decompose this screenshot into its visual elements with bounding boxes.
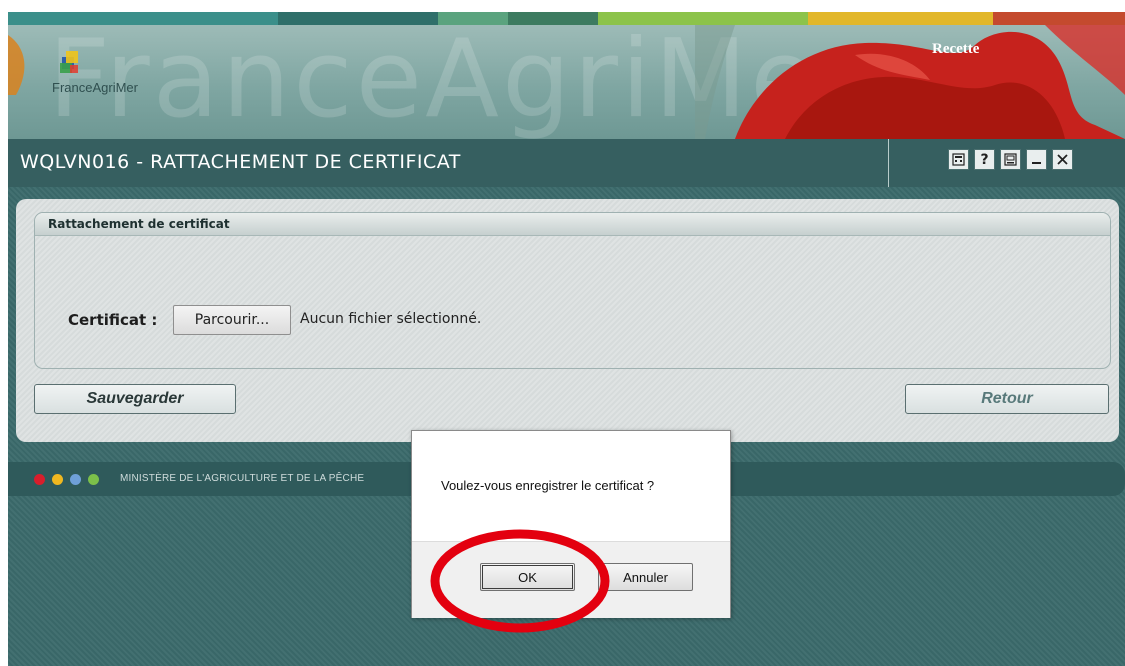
stripe (993, 12, 1125, 25)
footer-dot (88, 474, 99, 485)
help-glyph: ? (980, 151, 989, 168)
stripe (808, 12, 993, 25)
brand-name: FranceAgriMer (52, 80, 138, 95)
stripe (508, 12, 598, 25)
environment-label: Recette (932, 41, 980, 57)
cancel-button[interactable]: Annuler (598, 563, 693, 591)
print-icon[interactable] (1000, 149, 1021, 170)
stripe (278, 12, 438, 25)
franceagrimer-logo-icon (60, 51, 78, 73)
stripe (438, 12, 508, 25)
confirm-dialog: Voulez-vous enregistrer le certificat ? … (411, 430, 731, 618)
title-bar: WQLVN016 - RATTACHEMENT DE CERTIFICAT ? (8, 139, 1125, 187)
ministry-name: MINISTÈRE DE L'AGRICULTURE ET DE LA PÊCH… (120, 473, 365, 484)
save-button[interactable]: Sauvegarder (34, 384, 236, 414)
page-title: WQLVN016 - RATTACHEMENT DE CERTIFICAT (20, 151, 461, 173)
footer-dot (52, 474, 63, 485)
certificate-fieldset: Rattachement de certificat (34, 212, 1111, 369)
header-banner: FranceAgriMer FranceAgriMer Recette (8, 25, 1125, 139)
help-icon[interactable]: ? (974, 149, 995, 170)
flower-image (695, 25, 1125, 139)
stripe (8, 12, 278, 25)
back-button[interactable]: Retour (905, 384, 1109, 414)
dialog-message: Voulez-vous enregistrer le certificat ? (441, 478, 655, 493)
file-status-text: Aucun fichier sélectionné. (300, 311, 482, 327)
title-divider (888, 139, 889, 187)
close-icon[interactable] (1052, 149, 1073, 170)
stripe (598, 12, 808, 25)
leaf-icon (8, 35, 25, 95)
minimize-icon[interactable] (1026, 149, 1047, 170)
calculator-icon[interactable] (948, 149, 969, 170)
certificate-label: Certificat : (68, 311, 158, 329)
footer-dot (34, 474, 45, 485)
footer-dot (70, 474, 81, 485)
browse-button[interactable]: Parcourir... (173, 305, 291, 335)
color-stripe-bar (8, 12, 1125, 25)
dialog-footer: OK Annuler (412, 541, 730, 618)
ok-button[interactable]: OK (480, 563, 575, 591)
fieldset-title: Rattachement de certificat (35, 213, 1110, 236)
